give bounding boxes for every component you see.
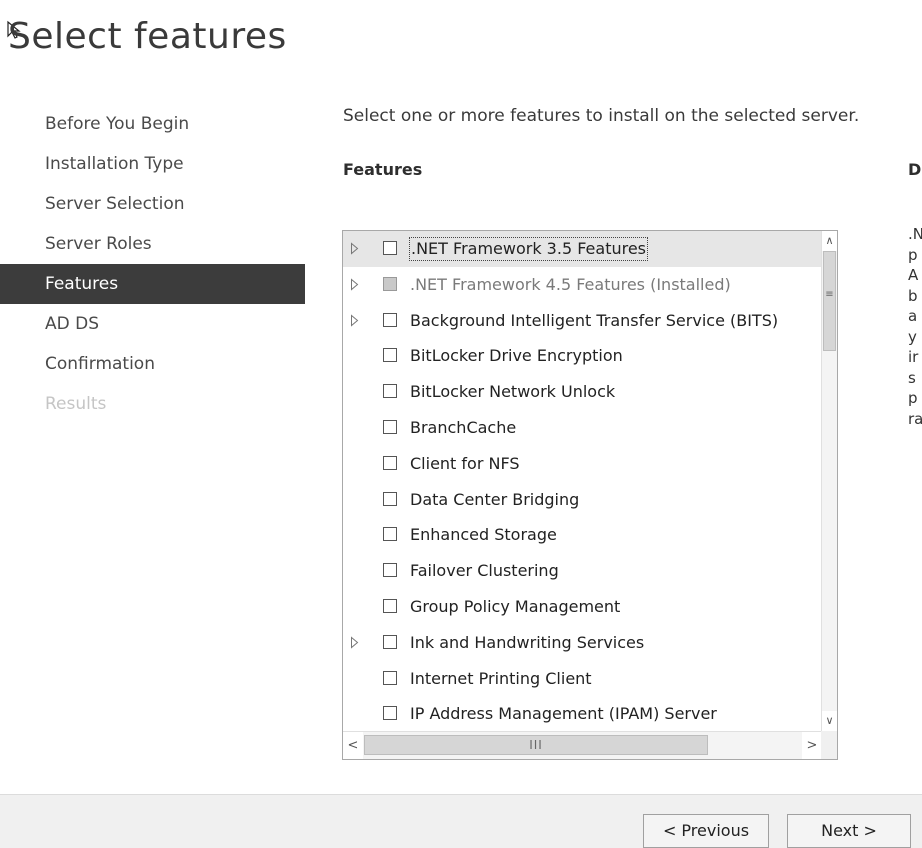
feature-row[interactable]: Failover Clustering [343,553,822,589]
instruction-text: Select one or more features to install o… [343,106,860,126]
nav-item-features[interactable]: Features [0,264,305,304]
scroll-down-button[interactable]: ∨ [822,711,837,731]
features-tree[interactable]: .NET Framework 3.5 Features .NET Framewor… [342,230,838,760]
feature-row[interactable]: Background Intelligent Transfer Service … [343,303,822,339]
feature-checkbox[interactable] [383,598,397,613]
description-line: s [908,368,916,387]
feature-checkbox[interactable] [383,455,397,470]
nav-item-server-selection[interactable]: Server Selection [0,184,305,224]
feature-checkbox[interactable] [383,670,397,685]
feature-row[interactable]: Ink and Handwriting Services [343,625,822,661]
feature-label: Background Intelligent Transfer Service … [410,310,779,330]
features-list: .NET Framework 3.5 Features .NET Framewor… [343,231,822,731]
nav-item-confirmation[interactable]: Confirmation [0,344,305,384]
feature-label: IP Address Management (IPAM) Server [410,704,717,724]
feature-checkbox[interactable] [383,384,397,399]
feature-checkbox[interactable] [383,312,397,327]
feature-row[interactable]: .NET Framework 3.5 Features [343,231,822,267]
feature-checkbox[interactable] [383,419,397,434]
feature-row[interactable]: Internet Printing Client [343,661,822,697]
page-title: Select features [8,16,287,57]
features-heading: Features [343,160,423,179]
nav-item-installation-type[interactable]: Installation Type [0,144,305,184]
description-line: A [908,266,919,284]
feature-row[interactable]: BranchCache [343,410,822,446]
horizontal-scroll-thumb[interactable]: III [364,735,708,755]
feature-label: Ink and Handwriting Services [410,632,645,652]
vertical-scroll-thumb[interactable]: ≡ [823,251,836,351]
feature-row[interactable]: Enhanced Storage [343,517,822,553]
description-text: .N p Ab a y ir s p ra [908,224,922,429]
feature-checkbox[interactable] [383,563,397,578]
wizard-nav: Before You Begin Installation Type Server … [0,104,305,424]
expand-arrow-icon[interactable] [350,636,359,649]
feature-checkbox[interactable] [383,491,397,506]
feature-label: Internet Printing Client [410,668,592,688]
expand-arrow-icon[interactable] [350,278,359,291]
feature-label: BranchCache [410,417,517,437]
feature-row[interactable]: .NET Framework 4.5 Features (Installed) [343,267,822,303]
feature-label: Enhanced Storage [410,525,557,545]
feature-label: BitLocker Drive Encryption [410,346,623,366]
feature-checkbox[interactable] [383,706,397,721]
nav-item-results: Results [45,394,107,414]
feature-label: Group Policy Management [410,596,621,616]
scroll-grip-icon: III [529,738,543,752]
feature-label: .NET Framework 3.5 Features [408,237,649,261]
feature-label: Failover Clustering [410,561,559,581]
wizard-footer [0,794,922,848]
feature-checkbox[interactable] [383,241,397,255]
feature-row[interactable]: Data Center Bridging [343,482,822,518]
feature-row[interactable]: BitLocker Drive Encryption [343,338,822,374]
description-line: p [908,389,918,407]
scroll-grip-icon: ≡ [825,289,834,300]
feature-checkbox [383,276,397,291]
scroll-up-button[interactable]: ∧ [822,231,837,251]
horizontal-scrollbar[interactable]: < III > [343,731,822,759]
previous-button[interactable]: < Previous [643,814,769,848]
scroll-right-button[interactable]: > [802,732,822,759]
feature-checkbox[interactable] [383,527,397,542]
scroll-left-button[interactable]: < [343,732,363,759]
description-line: ir [908,348,919,366]
feature-label: Client for NFS [410,453,520,473]
feature-label: BitLocker Network Unlock [410,382,616,402]
nav-item-before-you-begin[interactable]: Before You Begin [0,104,305,144]
description-line: p [908,245,918,264]
feature-label: .NET Framework 4.5 Features (Installed) [410,274,731,294]
description-line: b [908,286,918,305]
feature-row[interactable]: BitLocker Network Unlock [343,374,822,410]
vertical-scrollbar[interactable]: ∧ ≡ ∨ [821,231,837,731]
feature-checkbox[interactable] [383,348,397,363]
description-line: ra [908,409,922,428]
expand-arrow-icon[interactable] [350,314,359,327]
description-line: .N [908,225,922,243]
feature-row[interactable]: Client for NFS [343,446,822,482]
description-line: a [908,307,918,325]
feature-checkbox[interactable] [383,634,397,649]
feature-label: Data Center Bridging [410,489,580,509]
feature-row[interactable]: Group Policy Management [343,589,822,625]
feature-row[interactable]: IP Address Management (IPAM) Server [343,696,822,731]
description-line: y [908,327,917,346]
nav-item-ad-ds[interactable]: AD DS [0,304,305,344]
nav-item-server-roles[interactable]: Server Roles [0,224,305,264]
next-button[interactable]: Next > [787,814,911,848]
scrollbar-corner [821,731,837,759]
description-heading: D [908,160,922,179]
expand-arrow-icon[interactable] [350,242,359,255]
